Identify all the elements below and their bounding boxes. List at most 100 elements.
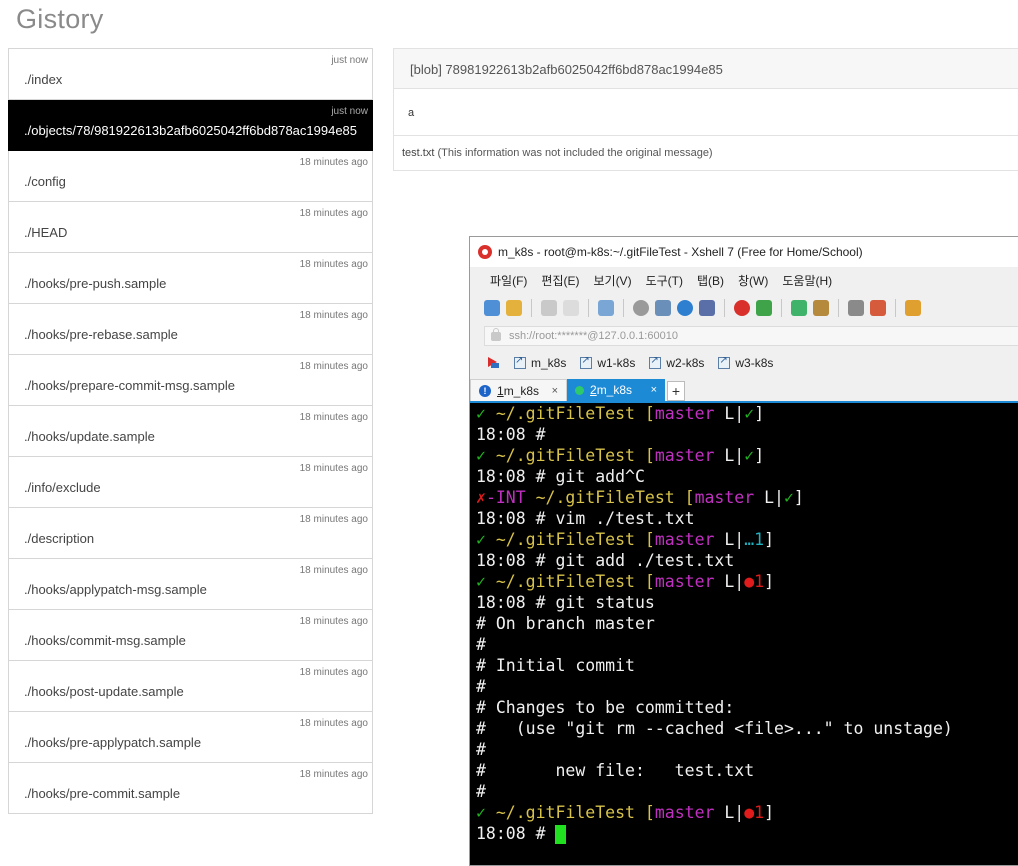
toolbar-divider: [781, 299, 782, 317]
file-list-item[interactable]: 18 minutes ago ./hooks/pre-push.sample: [8, 253, 373, 304]
tab-label: m_k8s: [596, 383, 633, 397]
file-modified-time: 18 minutes ago: [299, 157, 368, 168]
file-list-item[interactable]: 18 minutes ago ./hooks/prepare-commit-msg…: [8, 355, 373, 406]
session-tab-1[interactable]: ! 1 m_k8s ×: [470, 379, 567, 401]
terminal-text: L|: [714, 404, 745, 423]
file-list-item[interactable]: 18 minutes ago ./hooks/update.sample: [8, 406, 373, 457]
quick-link-m-k8s[interactable]: m_k8s: [514, 355, 567, 370]
close-icon[interactable]: ×: [552, 385, 558, 397]
terminal-text: ~/.gitFileTest: [495, 446, 645, 465]
terminal-text: #: [476, 635, 486, 654]
file-path: ./hooks/pre-applypatch.sample: [24, 735, 202, 750]
file-modified-time: 18 minutes ago: [299, 769, 368, 780]
terminal-text: 18:08 #: [476, 425, 546, 444]
terminal-text: ✓: [783, 488, 794, 507]
toolbar-divider: [724, 299, 725, 317]
terminal-text: [: [684, 488, 695, 507]
menu-item[interactable]: 창(W): [738, 272, 768, 289]
fullscreen-icon[interactable]: [791, 300, 807, 316]
file-list-item[interactable]: 18 minutes ago ./description: [8, 508, 373, 559]
terminal-text: ]: [793, 488, 804, 507]
menu-item[interactable]: 편집(E): [541, 272, 579, 289]
file-list-item[interactable]: 18 minutes ago ./hooks/pre-rebase.sample: [8, 304, 373, 355]
terminal-line: #: [476, 676, 1018, 697]
terminal-text: master: [654, 404, 715, 423]
terminal-text: master: [654, 446, 715, 465]
open-folder-icon[interactable]: [506, 300, 522, 316]
terminal-line: #: [476, 739, 1018, 760]
file-list-item[interactable]: 18 minutes ago ./config: [8, 151, 373, 202]
file-list-item[interactable]: 18 minutes ago ./HEAD: [8, 202, 373, 253]
xshell-window: m_k8s - root@m-k8s:~/.gitFileTest - Xshe…: [469, 236, 1018, 866]
terminal-line: 18:08 # git add^C: [476, 466, 1018, 487]
transfer-icon[interactable]: [655, 300, 671, 316]
tab-label: m_k8s: [503, 383, 540, 398]
menu-item[interactable]: 파일(F): [490, 272, 527, 289]
terminal-text: master: [694, 488, 755, 507]
file-list: just now ./index just now ./objects/78/9819…: [8, 48, 373, 814]
menu-item[interactable]: 도구(T): [646, 272, 683, 289]
menu-item[interactable]: 탭(B): [697, 272, 724, 289]
keyboard-icon[interactable]: [848, 300, 864, 316]
disconnect-icon[interactable]: [563, 300, 579, 316]
terminal-screen[interactable]: ✓ ~/.gitFileTest [master L|✓] 18:08 # ✓ ~/…: [470, 403, 1018, 865]
new-tab-button[interactable]: +: [667, 381, 685, 401]
address-field[interactable]: ssh://root:*******@127.0.0.1:60010: [484, 326, 1018, 346]
session-tab-2[interactable]: 2 m_k8s ×: [567, 379, 665, 401]
xshell-title-bar[interactable]: m_k8s - root@m-k8s:~/.gitFileTest - Xshe…: [470, 237, 1018, 267]
terminal-text: L|: [754, 488, 784, 507]
quick-link-w1-k8s[interactable]: w1-k8s: [580, 355, 635, 370]
lock-icon[interactable]: [813, 300, 829, 316]
menu-item[interactable]: 보기(V): [593, 272, 631, 289]
terminal-text: # On branch master: [476, 614, 655, 633]
file-path: ./index: [24, 72, 63, 87]
new-session-icon[interactable]: [484, 300, 500, 316]
properties-icon[interactable]: [598, 300, 614, 316]
globe-icon[interactable]: [677, 300, 693, 316]
quick-link-label: w2-k8s: [666, 356, 705, 370]
pen-icon[interactable]: [870, 300, 886, 316]
file-modified-time: 18 minutes ago: [299, 310, 368, 321]
file-list-item[interactable]: 18 minutes ago ./hooks/pre-commit.sample: [8, 763, 373, 814]
terminal-text: 18:08 #: [476, 824, 556, 843]
search-icon[interactable]: [633, 300, 649, 316]
file-list-item[interactable]: 18 minutes ago ./hooks/applypatch-msg.sam…: [8, 559, 373, 610]
file-path: ./objects/78/981922613b2afb6025042ff6bd8…: [24, 123, 358, 138]
close-icon[interactable]: ×: [651, 384, 657, 396]
menu-item[interactable]: 도움말(H): [782, 272, 832, 289]
terminal-text: master: [654, 803, 715, 822]
file-modified-time: 18 minutes ago: [299, 463, 368, 474]
font-icon[interactable]: [699, 300, 715, 316]
quick-link-w3-k8s[interactable]: w3-k8s: [718, 355, 773, 370]
file-modified-time: 18 minutes ago: [299, 361, 368, 372]
terminal-line: ✓ ~/.gitFileTest [master L|●1]: [476, 802, 1018, 823]
file-path: ./hooks/post-update.sample: [24, 684, 184, 699]
connect-icon[interactable]: [541, 300, 557, 316]
terminal-text: …1: [744, 530, 765, 549]
file-path: ./description: [24, 531, 95, 546]
quick-link-w2-k8s[interactable]: w2-k8s: [649, 355, 705, 370]
terminal-text: ✓: [476, 446, 496, 465]
blob-file-info: test.txt (This information was not inclu…: [394, 136, 1018, 170]
tab-group-icon[interactable]: [905, 300, 921, 316]
blob-header: [blob] 78981922613b2afb6025042ff6bd878ac…: [394, 49, 1018, 89]
file-list-item[interactable]: just now ./index: [8, 49, 373, 100]
file-list-item[interactable]: 18 minutes ago ./hooks/post-update.sample: [8, 661, 373, 712]
bookmark-flag-icon[interactable]: [488, 357, 500, 369]
file-list-item[interactable]: 18 minutes ago ./info/exclude: [8, 457, 373, 508]
terminal-text: L|: [714, 572, 745, 591]
file-list-item[interactable]: 18 minutes ago ./hooks/pre-applypatch.sam…: [8, 712, 373, 763]
alert-icon: !: [479, 384, 491, 397]
file-path: ./hooks/update.sample: [24, 429, 155, 444]
xftp-icon[interactable]: [756, 300, 772, 316]
terminal-line: # Changes to be committed:: [476, 697, 1018, 718]
xshell-tab-bar: ! 1 m_k8s × 2 m_k8s × +: [470, 377, 1018, 403]
file-list-item[interactable]: 18 minutes ago ./hooks/commit-msg.sample: [8, 610, 373, 661]
blob-detail-panel: [blob] 78981922613b2afb6025042ff6bd878ac…: [393, 48, 1018, 171]
toolbar-divider: [588, 299, 589, 317]
tab-number: 2: [590, 383, 597, 397]
file-path: ./config: [24, 174, 66, 189]
quick-link-label: m_k8s: [531, 356, 567, 370]
xshell-icon[interactable]: [734, 300, 750, 316]
file-list-item[interactable]: just now ./objects/78/981922613b2afb60250…: [8, 100, 373, 151]
